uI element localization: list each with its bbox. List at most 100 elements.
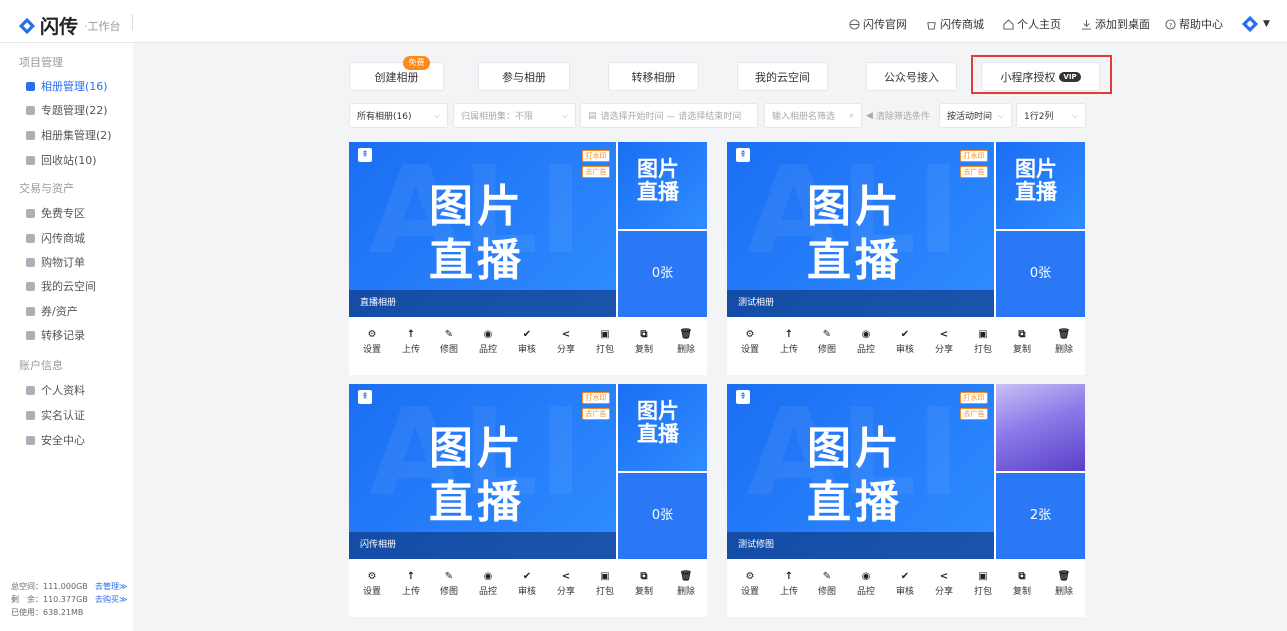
remove-ads-tag[interactable]: 去广告 [960,408,988,420]
package-icon: ▣ [600,329,610,340]
sidebar-item-security[interactable]: 安全中心 [26,432,85,448]
album-cover[interactable]: ALI ⇞ 打水印 去广告 图片 直播 闪传相册 [349,384,616,559]
album-action-button[interactable]: ⧉ 复制 [632,570,656,597]
album-action-label: 删除 [676,587,695,597]
album-action-button[interactable]: ✎ 修图 [437,570,461,597]
nav-home[interactable]: 个人主页 [1003,16,1061,32]
remove-ads-tag[interactable]: 去广告 [582,408,610,420]
album-action-button[interactable]: ◉ 品控 [476,570,500,597]
album-action-button[interactable]: ⧉ 复制 [632,328,656,355]
album-action-button[interactable]: ↑ 上传 [399,328,423,355]
album-action-button[interactable]: ✔ 审核 [893,328,917,355]
sidebar-item-verify[interactable]: 实名认证 [26,407,85,423]
watermark-tag[interactable]: 打水印 [582,150,610,162]
album-action-button[interactable]: < 分享 [554,570,578,597]
watermark-tag[interactable]: 打水印 [960,392,988,404]
album-action-button[interactable]: ▣ 打包 [971,570,995,597]
sidebar-item-shop[interactable]: 闪传商城 [26,230,85,246]
cloud-space-button[interactable]: 我的云空间 [737,62,828,91]
album-action-button[interactable]: < 分享 [932,570,956,597]
album-action-button[interactable]: ◉ 品控 [854,328,878,355]
album-action-button[interactable]: ↑ 上传 [399,570,423,597]
album-action-button[interactable]: ⧉ 复制 [1010,570,1034,597]
album-action-button[interactable]: < 分享 [932,328,956,355]
nav-add-desktop[interactable]: 添加到桌面 [1081,16,1150,32]
album-action-button[interactable]: ⚙ 设置 [360,570,384,597]
nav-shop[interactable]: 闪传商城 [926,16,984,32]
layout-select[interactable]: 1行2列 ⌵ [1016,103,1086,128]
album-action-button[interactable]: ✔ 审核 [515,570,539,597]
nav-help[interactable]: ? 帮助中心 [1165,16,1223,32]
album-action-button[interactable]: ⚙ 设置 [738,570,762,597]
logo[interactable]: 闪传 ·工作台 [18,12,121,39]
upload-icon: ↑ [406,329,416,340]
album-action-button[interactable]: ✎ 修图 [815,328,839,355]
user-menu[interactable]: ▼ [1241,15,1270,33]
album-card[interactable]: ALI ⇞ 打水印 去广告 图片 直播 测试修图 2张 ⚙ 设置 ↑ 上传 ✎ 修图 ◉ 品控 ✔ 审… [727,384,1085,617]
album-action-button[interactable]: 🗑 删除 [674,328,698,355]
album-action-button[interactable]: ◉ 品控 [476,328,500,355]
album-action-button[interactable]: ↑ 上传 [777,570,801,597]
review-icon: ✔ [522,329,532,340]
album-action-button[interactable]: ↑ 上传 [777,328,801,355]
album-action-button[interactable]: ⚙ 设置 [360,328,384,355]
sort-select[interactable]: 按活动时间 ⌵ [939,103,1012,128]
album-card[interactable]: ALI ⇞ 打水印 去广告 图片 直播 测试相册 图片 直播 0张 ⚙ 设置 ↑ 上传 ✎ 修图 ◉… [727,142,1085,375]
album-action-button[interactable]: 🗑 删除 [1052,328,1076,355]
watermark-tag[interactable]: 打水印 [582,392,610,404]
album-action-button[interactable]: ✔ 审核 [515,328,539,355]
sidebar-item-coupons[interactable]: 券/资产 [26,303,78,319]
album-action-button[interactable]: ✔ 审核 [893,570,917,597]
sidebar-item-collections[interactable]: 相册集管理(2) [26,127,112,143]
sidebar-item-transfers[interactable]: 转移记录 [26,327,85,343]
official-account-button[interactable]: 公众号接入 [866,62,957,91]
album-card[interactable]: ALI ⇞ 打水印 去广告 图片 直播 直播相册 图片 直播 0张 ⚙ 设置 ↑ 上传 ✎ 修图 ◉… [349,142,707,375]
sidebar-item-recycle[interactable]: 回收站(10) [26,152,97,168]
create-album-button[interactable]: 创建相册 [349,62,444,91]
album-action-button[interactable]: ✎ 修图 [437,328,461,355]
album-cover[interactable]: ALI ⇞ 打水印 去广告 图片 直播 测试修图 [727,384,994,559]
nav-official-site[interactable]: 闪传官网 [849,16,907,32]
watermark-tag[interactable]: 打水印 [960,150,988,162]
sidebar-item-cloud[interactable]: 我的云空间 [26,278,96,294]
album-action-button[interactable]: ▣ 打包 [593,570,617,597]
top-bar: 闪传 ·工作台 闪传官网 闪传商城 个人主页 添加到桌面 ? 帮助中心 ▼ [0,0,1287,43]
date-range-picker[interactable]: ▤ 请选择开始时间 — 请选择结束时间 [580,103,758,128]
album-action-button[interactable]: < 分享 [554,328,578,355]
album-filter-select[interactable]: 所有相册(16) ⌵ [349,103,448,128]
sidebar-item-orders[interactable]: 购物订单 [26,254,85,270]
album-action-button[interactable]: ▣ 打包 [971,328,995,355]
album-action-button[interactable]: 🗑 删除 [674,570,698,597]
clear-filters-button[interactable]: ◀ 清除筛选条件 [866,103,935,128]
album-action-button[interactable]: ⚙ 设置 [738,328,762,355]
album-action-button[interactable]: ▣ 打包 [593,328,617,355]
pin-top-icon[interactable]: ⇞ [358,148,372,162]
album-action-button[interactable]: ✎ 修图 [815,570,839,597]
pin-top-icon[interactable]: ⇞ [736,148,750,162]
album-cover[interactable]: ALI ⇞ 打水印 去广告 图片 直播 直播相册 [349,142,616,317]
pin-top-icon[interactable]: ⇞ [358,390,372,404]
buy-link[interactable]: 去购买≫ [95,594,127,605]
nav-label: 添加到桌面 [1095,18,1150,31]
sidebar-item-label: 闪传商城 [41,232,85,245]
sidebar-item-profile[interactable]: 个人资料 [26,382,85,398]
photo-thumbnail[interactable] [996,384,1085,471]
join-album-button[interactable]: 参与相册 [478,62,570,91]
album-action-button[interactable]: ⧉ 复制 [1010,328,1034,355]
album-search-input[interactable]: 输入相册名筛选 ⌕ [764,103,862,128]
collection-filter-select[interactable]: 归属相册集：不限 ⌵ [453,103,576,128]
sidebar-item-topics[interactable]: 专题管理(22) [26,102,108,118]
sidebar-item-free[interactable]: 免费专区 [26,205,85,221]
pin-top-icon[interactable]: ⇞ [736,390,750,404]
album-action-button[interactable]: 🗑 删除 [1052,570,1076,597]
transfer-album-button[interactable]: 转移相册 [608,62,699,91]
manage-link[interactable]: 去管理≫ [95,581,127,592]
layout-value: 1行2列 [1024,112,1054,122]
album-actions: ⚙ 设置 ↑ 上传 ✎ 修图 ◉ 品控 ✔ 审核 < 分享 ▣ 打包 ⧉ 复制 🗑 删除 [727,328,1085,368]
album-cover[interactable]: ALI ⇞ 打水印 去广告 图片 直播 测试相册 [727,142,994,317]
album-card[interactable]: ALI ⇞ 打水印 去广告 图片 直播 闪传相册 图片 直播 0张 ⚙ 设置 ↑ 上传 ✎ 修图 ◉… [349,384,707,617]
sidebar-item-albums[interactable]: 相册管理(16) [26,78,108,94]
album-action-button[interactable]: ◉ 品控 [854,570,878,597]
remove-ads-tag[interactable]: 去广告 [582,166,610,178]
remove-ads-tag[interactable]: 去广告 [960,166,988,178]
